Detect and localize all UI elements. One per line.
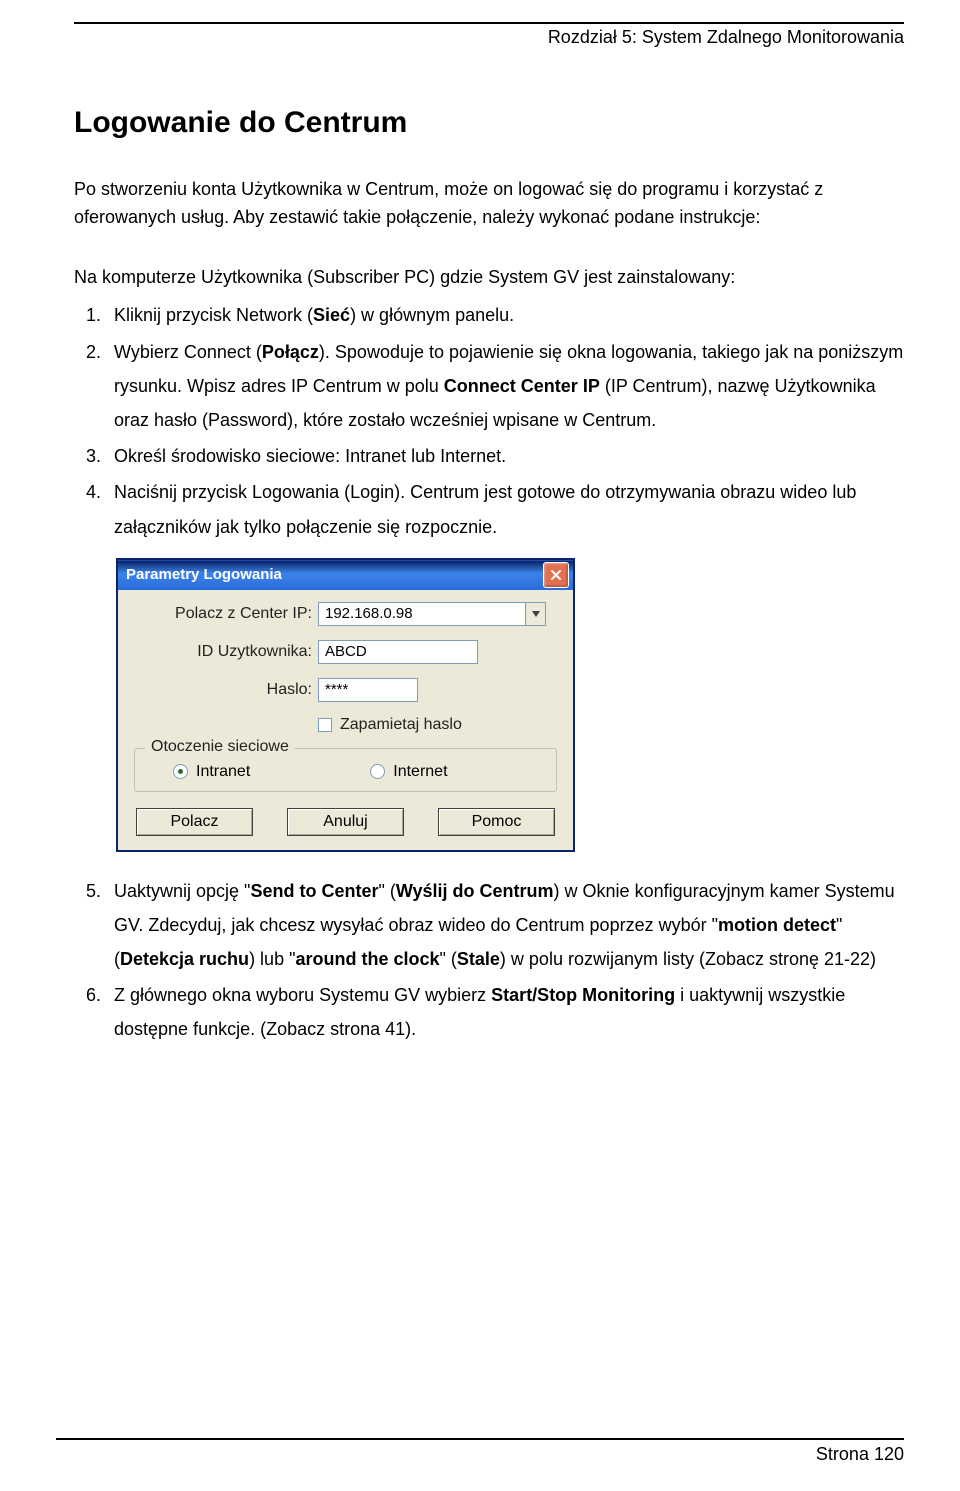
- steps-list-2: Uaktywnij opcję "Send to Center" (Wyślij…: [74, 874, 904, 1047]
- pass-input[interactable]: ****: [318, 678, 418, 702]
- step-5-post4: " (: [440, 949, 457, 969]
- help-button[interactable]: Pomoc: [438, 808, 555, 836]
- step-6: Z głównego okna wyboru Systemu GV wybier…: [106, 978, 904, 1046]
- step-6-pre: Z głównego okna wyboru Systemu GV wybier…: [114, 985, 491, 1005]
- step-2-bold-2: Connect Center IP: [444, 376, 600, 396]
- step-5-b1: Send to Center: [250, 881, 378, 901]
- row-pass: Haslo: ****: [132, 678, 559, 702]
- login-dialog: Parametry Logowania Polacz z Center IP: …: [116, 558, 575, 852]
- dialog-body: Polacz z Center IP: 192.168.0.98 ID Uzyt…: [118, 590, 573, 850]
- dialog-title: Parametry Logowania: [126, 566, 282, 583]
- network-groupbox: Otoczenie sieciowe Intranet Internet: [134, 748, 557, 792]
- row-ip: Polacz z Center IP: 192.168.0.98: [132, 602, 559, 626]
- ip-dropdown-button[interactable]: [526, 602, 546, 626]
- step-2-bold-1: Połącz: [262, 342, 319, 362]
- ip-input[interactable]: 192.168.0.98: [318, 602, 526, 626]
- step-5-post3: ) lub ": [249, 949, 295, 969]
- groupbox-caption: Otoczenie sieciowe: [145, 738, 295, 756]
- user-input[interactable]: ABCD: [318, 640, 478, 664]
- step-5-mid: " (: [378, 881, 395, 901]
- page-title: Logowanie do Centrum: [74, 106, 904, 140]
- page-footer: Strona 120: [56, 1438, 904, 1465]
- dialog-titlebar[interactable]: Parametry Logowania: [118, 560, 573, 590]
- step-1: Kliknij przycisk Network (Sieć) w główny…: [106, 298, 904, 332]
- remember-checkbox[interactable]: [318, 718, 332, 732]
- chevron-down-icon: [532, 611, 540, 617]
- step-2-pre: Wybierz Connect (: [114, 342, 262, 362]
- step-1-bold: Sieć: [313, 305, 350, 325]
- steps-list: Kliknij przycisk Network (Sieć) w główny…: [74, 298, 904, 543]
- connect-button[interactable]: Polacz: [136, 808, 253, 836]
- remember-row[interactable]: Zapamietaj haslo: [318, 716, 559, 734]
- radio-intranet-label: Intranet: [196, 763, 250, 781]
- label-user: ID Uzytkownika:: [132, 643, 318, 661]
- row-user: ID Uzytkownika: ABCD: [132, 640, 559, 664]
- step-5-pre: Uaktywnij opcję ": [114, 881, 250, 901]
- step-2: Wybierz Connect (Połącz). Spowoduje to p…: [106, 335, 904, 438]
- subintro-paragraph: Na komputerze Użytkownika (Subscriber PC…: [74, 262, 904, 293]
- step-5-b4: Detekcja ruchu: [120, 949, 249, 969]
- close-button[interactable]: [543, 562, 569, 588]
- ip-combo[interactable]: 192.168.0.98: [318, 602, 546, 626]
- label-ip: Polacz z Center IP:: [132, 605, 318, 623]
- chapter-header: Rozdział 5: System Zdalnego Monitorowani…: [74, 27, 904, 48]
- radio-internet-circle[interactable]: [370, 764, 385, 779]
- step-3: Określ środowisko sieciowe: Intranet lub…: [106, 439, 904, 473]
- step-1-pre: Kliknij przycisk Network (: [114, 305, 313, 325]
- radio-selected-dot: [178, 769, 183, 774]
- dialog-buttons: Polacz Anuluj Pomoc: [132, 808, 559, 838]
- step-5: Uaktywnij opcję "Send to Center" (Wyślij…: [106, 874, 904, 977]
- step-5-post5: ) w polu rozwijanym listy (Zobacz stronę…: [500, 949, 876, 969]
- radio-intranet[interactable]: Intranet: [173, 763, 250, 781]
- step-5-b2: Wyślij do Centrum: [396, 881, 554, 901]
- radio-internet[interactable]: Internet: [370, 763, 447, 781]
- radio-internet-label: Internet: [393, 763, 447, 781]
- step-4: Naciśnij przycisk Logowania (Login). Cen…: [106, 475, 904, 543]
- step-1-post: ) w głównym panelu.: [350, 305, 514, 325]
- step-5-b6: Stale: [457, 949, 500, 969]
- cancel-button[interactable]: Anuluj: [287, 808, 404, 836]
- label-pass: Haslo:: [132, 681, 318, 699]
- network-radios: Intranet Internet: [143, 763, 548, 781]
- header-rule: [74, 22, 904, 24]
- step-5-b5: around the clock: [295, 949, 439, 969]
- close-icon: [550, 569, 562, 581]
- radio-intranet-circle[interactable]: [173, 764, 188, 779]
- intro-paragraph: Po stworzeniu konta Użytkownika w Centru…: [74, 176, 904, 232]
- step-5-b3: motion detect: [718, 915, 836, 935]
- step-6-b1: Start/Stop Monitoring: [491, 985, 675, 1005]
- remember-label: Zapamietaj haslo: [340, 716, 462, 734]
- page-number: Strona 120: [816, 1444, 904, 1464]
